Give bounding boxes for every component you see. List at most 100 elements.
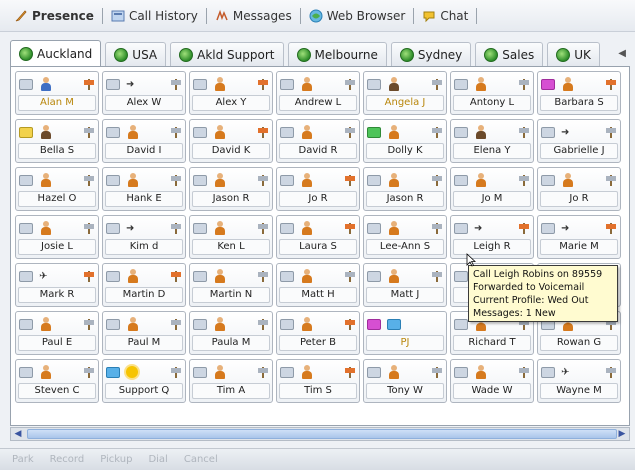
phone-icon bbox=[280, 222, 294, 234]
person-icon bbox=[39, 220, 53, 236]
phone-icon bbox=[454, 78, 468, 90]
scrollbar-thumb[interactable] bbox=[27, 429, 617, 439]
phone-icon bbox=[193, 222, 207, 234]
contact-card[interactable]: Andrew L bbox=[276, 71, 360, 115]
tab-sydney[interactable]: Sydney bbox=[390, 42, 472, 66]
phone-icon bbox=[280, 366, 294, 378]
contact-card[interactable]: David I bbox=[102, 119, 186, 163]
phone-icon bbox=[454, 318, 468, 330]
phone-icon bbox=[193, 126, 207, 138]
contact-card[interactable]: Jo M bbox=[450, 167, 534, 211]
person-icon bbox=[300, 316, 314, 332]
contact-card[interactable]: Matt H bbox=[276, 263, 360, 307]
contact-card[interactable]: Laura S bbox=[276, 215, 360, 259]
status-flag-icon bbox=[605, 174, 617, 186]
dial-button[interactable]: Dial bbox=[148, 454, 167, 465]
contact-card[interactable]: ➜ Kim d bbox=[102, 215, 186, 259]
contact-card[interactable]: Josie L bbox=[15, 215, 99, 259]
contact-card[interactable]: Tony W bbox=[363, 359, 447, 403]
pickup-button[interactable]: Pickup bbox=[100, 454, 132, 465]
contact-card[interactable]: Jo R bbox=[276, 167, 360, 211]
contact-card[interactable]: Martin D bbox=[102, 263, 186, 307]
chat-tab[interactable]: Chat bbox=[416, 9, 474, 23]
tooltip-line: Forwarded to Voicemail bbox=[473, 282, 585, 293]
contact-card[interactable]: Hazel O bbox=[15, 167, 99, 211]
contact-card[interactable]: Lee-Ann S bbox=[363, 215, 447, 259]
contact-card[interactable]: David K bbox=[189, 119, 273, 163]
contact-card[interactable]: ➜ Marie M bbox=[537, 215, 621, 259]
contact-card[interactable]: Barbara S bbox=[537, 71, 621, 115]
tab-auckland[interactable]: Auckland bbox=[10, 40, 102, 66]
messages-tab[interactable]: Messages bbox=[209, 9, 298, 23]
contact-name: Paula M bbox=[192, 335, 270, 351]
contact-card[interactable]: Alan M bbox=[15, 71, 99, 115]
contact-card[interactable]: PJ bbox=[363, 311, 447, 355]
contact-card[interactable]: Paula M bbox=[189, 311, 273, 355]
call-history-tab[interactable]: Call History bbox=[105, 9, 204, 23]
contact-card[interactable]: ✈ Wayne M bbox=[537, 359, 621, 403]
contact-card[interactable]: Hank E bbox=[102, 167, 186, 211]
park-button[interactable]: Park bbox=[12, 454, 34, 465]
tab-usa[interactable]: USA bbox=[105, 42, 167, 66]
horizontal-scrollbar[interactable]: ◀ ▶ bbox=[10, 427, 630, 441]
contact-card[interactable]: ➜ Gabrielle J bbox=[537, 119, 621, 163]
contact-card[interactable]: Dolly K bbox=[363, 119, 447, 163]
person-icon bbox=[126, 124, 140, 140]
phone-icon bbox=[19, 366, 33, 378]
tab-scroll-left-icon[interactable]: ◀ bbox=[618, 48, 626, 59]
record-button[interactable]: Record bbox=[50, 454, 85, 465]
scroll-right-icon[interactable]: ▶ bbox=[615, 428, 629, 440]
contact-card[interactable]: Alex Y bbox=[189, 71, 273, 115]
contact-card[interactable]: Jason R bbox=[189, 167, 273, 211]
contact-card[interactable]: Peter B bbox=[276, 311, 360, 355]
contact-card[interactable]: Support Q bbox=[102, 359, 186, 403]
person-icon bbox=[213, 316, 227, 332]
phone-icon bbox=[280, 270, 294, 282]
tab-akld-support[interactable]: Akld Support bbox=[170, 42, 284, 66]
phone-icon bbox=[541, 366, 555, 378]
contact-card[interactable]: Paul E bbox=[15, 311, 99, 355]
contact-card[interactable]: Paul M bbox=[102, 311, 186, 355]
contact-card[interactable]: Antony L bbox=[450, 71, 534, 115]
contact-card[interactable]: ➜ Alex W bbox=[102, 71, 186, 115]
contact-card[interactable]: Wade W bbox=[450, 359, 534, 403]
contact-card[interactable]: Elena Y bbox=[450, 119, 534, 163]
status-flag-icon bbox=[518, 366, 530, 378]
status-flag-icon bbox=[257, 366, 269, 378]
presence-tab[interactable]: Presence bbox=[8, 9, 100, 23]
phone-icon bbox=[454, 222, 468, 234]
tab-uk[interactable]: UK bbox=[547, 42, 600, 66]
contact-card[interactable]: Jo R bbox=[537, 167, 621, 211]
contact-card[interactable]: ✈ Mark R bbox=[15, 263, 99, 307]
tab-sales[interactable]: Sales bbox=[475, 42, 544, 66]
messages-icon bbox=[216, 9, 228, 20]
status-flag-icon bbox=[170, 126, 182, 138]
tab-label: Akld Support bbox=[197, 47, 275, 62]
phone-icon bbox=[19, 318, 33, 330]
contact-card[interactable]: Tim A bbox=[189, 359, 273, 403]
phone-icon bbox=[19, 174, 33, 186]
status-flag-icon bbox=[257, 318, 269, 330]
contact-card[interactable]: ➜ Leigh R bbox=[450, 215, 534, 259]
web-browser-tab[interactable]: Web Browser bbox=[303, 9, 412, 23]
person-icon bbox=[300, 172, 314, 188]
contact-name: Richard T bbox=[453, 335, 531, 351]
contact-card[interactable]: Matt J bbox=[363, 263, 447, 307]
contact-name: Mark R bbox=[18, 287, 96, 303]
contact-card[interactable]: Ken L bbox=[189, 215, 273, 259]
contact-card[interactable]: Angela J bbox=[363, 71, 447, 115]
contact-card[interactable]: Tim S bbox=[276, 359, 360, 403]
contact-card[interactable]: Jason R bbox=[363, 167, 447, 211]
mouse-pointer-icon bbox=[466, 253, 476, 267]
tab-melbourne[interactable]: Melbourne bbox=[287, 42, 387, 66]
status-flag-icon bbox=[257, 270, 269, 282]
contact-card[interactable]: David R bbox=[276, 119, 360, 163]
web-browser-label: Web Browser bbox=[326, 8, 406, 23]
contact-name: Jason R bbox=[192, 191, 270, 207]
contact-card[interactable]: Steven C bbox=[15, 359, 99, 403]
contact-card[interactable]: Bella S bbox=[15, 119, 99, 163]
scroll-left-icon[interactable]: ◀ bbox=[11, 428, 25, 440]
contact-name: Paul M bbox=[105, 335, 183, 351]
cancel-button[interactable]: Cancel bbox=[184, 454, 218, 465]
contact-card[interactable]: Martin N bbox=[189, 263, 273, 307]
